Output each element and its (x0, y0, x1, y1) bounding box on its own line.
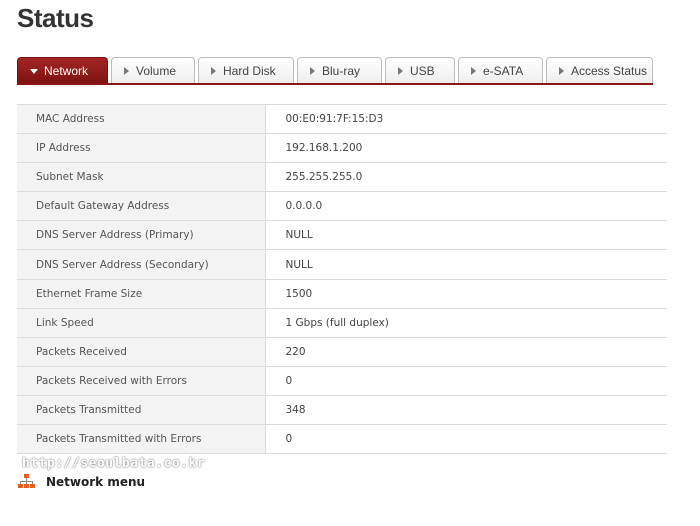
table-row: Subnet Mask 255.255.255.0 (17, 162, 667, 193)
row-value: 348 (265, 395, 667, 426)
row-value: 1 Gbps (full duplex) (265, 308, 667, 338)
table-row: Packets Transmitted 348 (17, 395, 667, 426)
table-row: Default Gateway Address 0.0.0.0 (17, 191, 667, 222)
caret-right-icon (471, 67, 476, 75)
row-value: 255.255.255.0 (265, 162, 667, 193)
row-label: Link Speed (17, 308, 266, 338)
row-value: NULL (265, 249, 667, 280)
table-row: Packets Transmitted with Errors 0 (17, 424, 667, 455)
tab-bar: Network Volume Hard Disk Blu-ray USB e-S… (17, 57, 656, 84)
tab-label: USB (410, 64, 435, 78)
page-title: Status (17, 3, 94, 33)
network-menu-label: Network menu (46, 474, 146, 489)
tab-volume[interactable]: Volume (111, 57, 195, 84)
network-status-table: MAC Address 00:E0:91:7F:15:D3 IP Address… (17, 104, 667, 455)
row-value: 00:E0:91:7F:15:D3 (265, 104, 667, 135)
row-label: Packets Received (17, 337, 266, 367)
row-label: Default Gateway Address (17, 191, 266, 222)
caret-right-icon (559, 67, 564, 75)
tab-label: Access Status (571, 64, 648, 78)
tab-hard-disk[interactable]: Hard Disk (198, 57, 294, 84)
caret-right-icon (124, 67, 129, 75)
table-row: DNS Server Address (Primary) NULL (17, 220, 667, 251)
row-value: 220 (265, 337, 667, 367)
row-label: DNS Server Address (Secondary) (17, 249, 266, 280)
row-label: Packets Transmitted with Errors (17, 424, 266, 455)
tab-label: Network (44, 64, 89, 78)
caret-right-icon (211, 67, 216, 75)
tab-network[interactable]: Network (17, 57, 108, 84)
row-value: 0 (265, 366, 667, 396)
tab-e-sata[interactable]: e-SATA (458, 57, 543, 84)
table-row: Ethernet Frame Size 1500 (17, 279, 667, 309)
row-value: 1500 (265, 279, 667, 309)
watermark: http://seoulbata.co.kr (22, 456, 206, 471)
tab-label: Hard Disk (223, 64, 276, 78)
row-label: IP Address (17, 133, 266, 164)
row-value: 192.168.1.200 (265, 133, 667, 164)
tab-usb[interactable]: USB (385, 57, 455, 84)
tab-blu-ray[interactable]: Blu-ray (297, 57, 382, 84)
tab-label: e-SATA (483, 64, 524, 78)
table-row: Link Speed 1 Gbps (full duplex) (17, 308, 667, 338)
tab-label: Blu-ray (322, 64, 361, 78)
table-row: Packets Received 220 (17, 337, 667, 367)
caret-right-icon (310, 67, 315, 75)
row-value: 0 (265, 424, 667, 455)
row-value: 0.0.0.0 (265, 191, 667, 222)
tab-label: Volume (136, 64, 177, 78)
caret-down-icon (30, 68, 38, 74)
table-row: MAC Address 00:E0:91:7F:15:D3 (17, 104, 667, 135)
table-row: IP Address 192.168.1.200 (17, 133, 667, 164)
tab-underline (17, 83, 653, 85)
table-row: Packets Received with Errors 0 (17, 366, 667, 396)
row-label: Subnet Mask (17, 162, 266, 193)
row-label: DNS Server Address (Primary) (17, 220, 266, 251)
row-label: Packets Received with Errors (17, 366, 266, 396)
tab-access-status[interactable]: Access Status (546, 57, 653, 84)
network-icon (18, 474, 35, 488)
row-label: MAC Address (17, 104, 266, 135)
network-menu-link[interactable]: Network menu (18, 473, 145, 490)
row-label: Ethernet Frame Size (17, 279, 266, 309)
caret-right-icon (398, 67, 403, 75)
row-value: NULL (265, 220, 667, 251)
row-label: Packets Transmitted (17, 395, 266, 426)
table-row: DNS Server Address (Secondary) NULL (17, 249, 667, 280)
